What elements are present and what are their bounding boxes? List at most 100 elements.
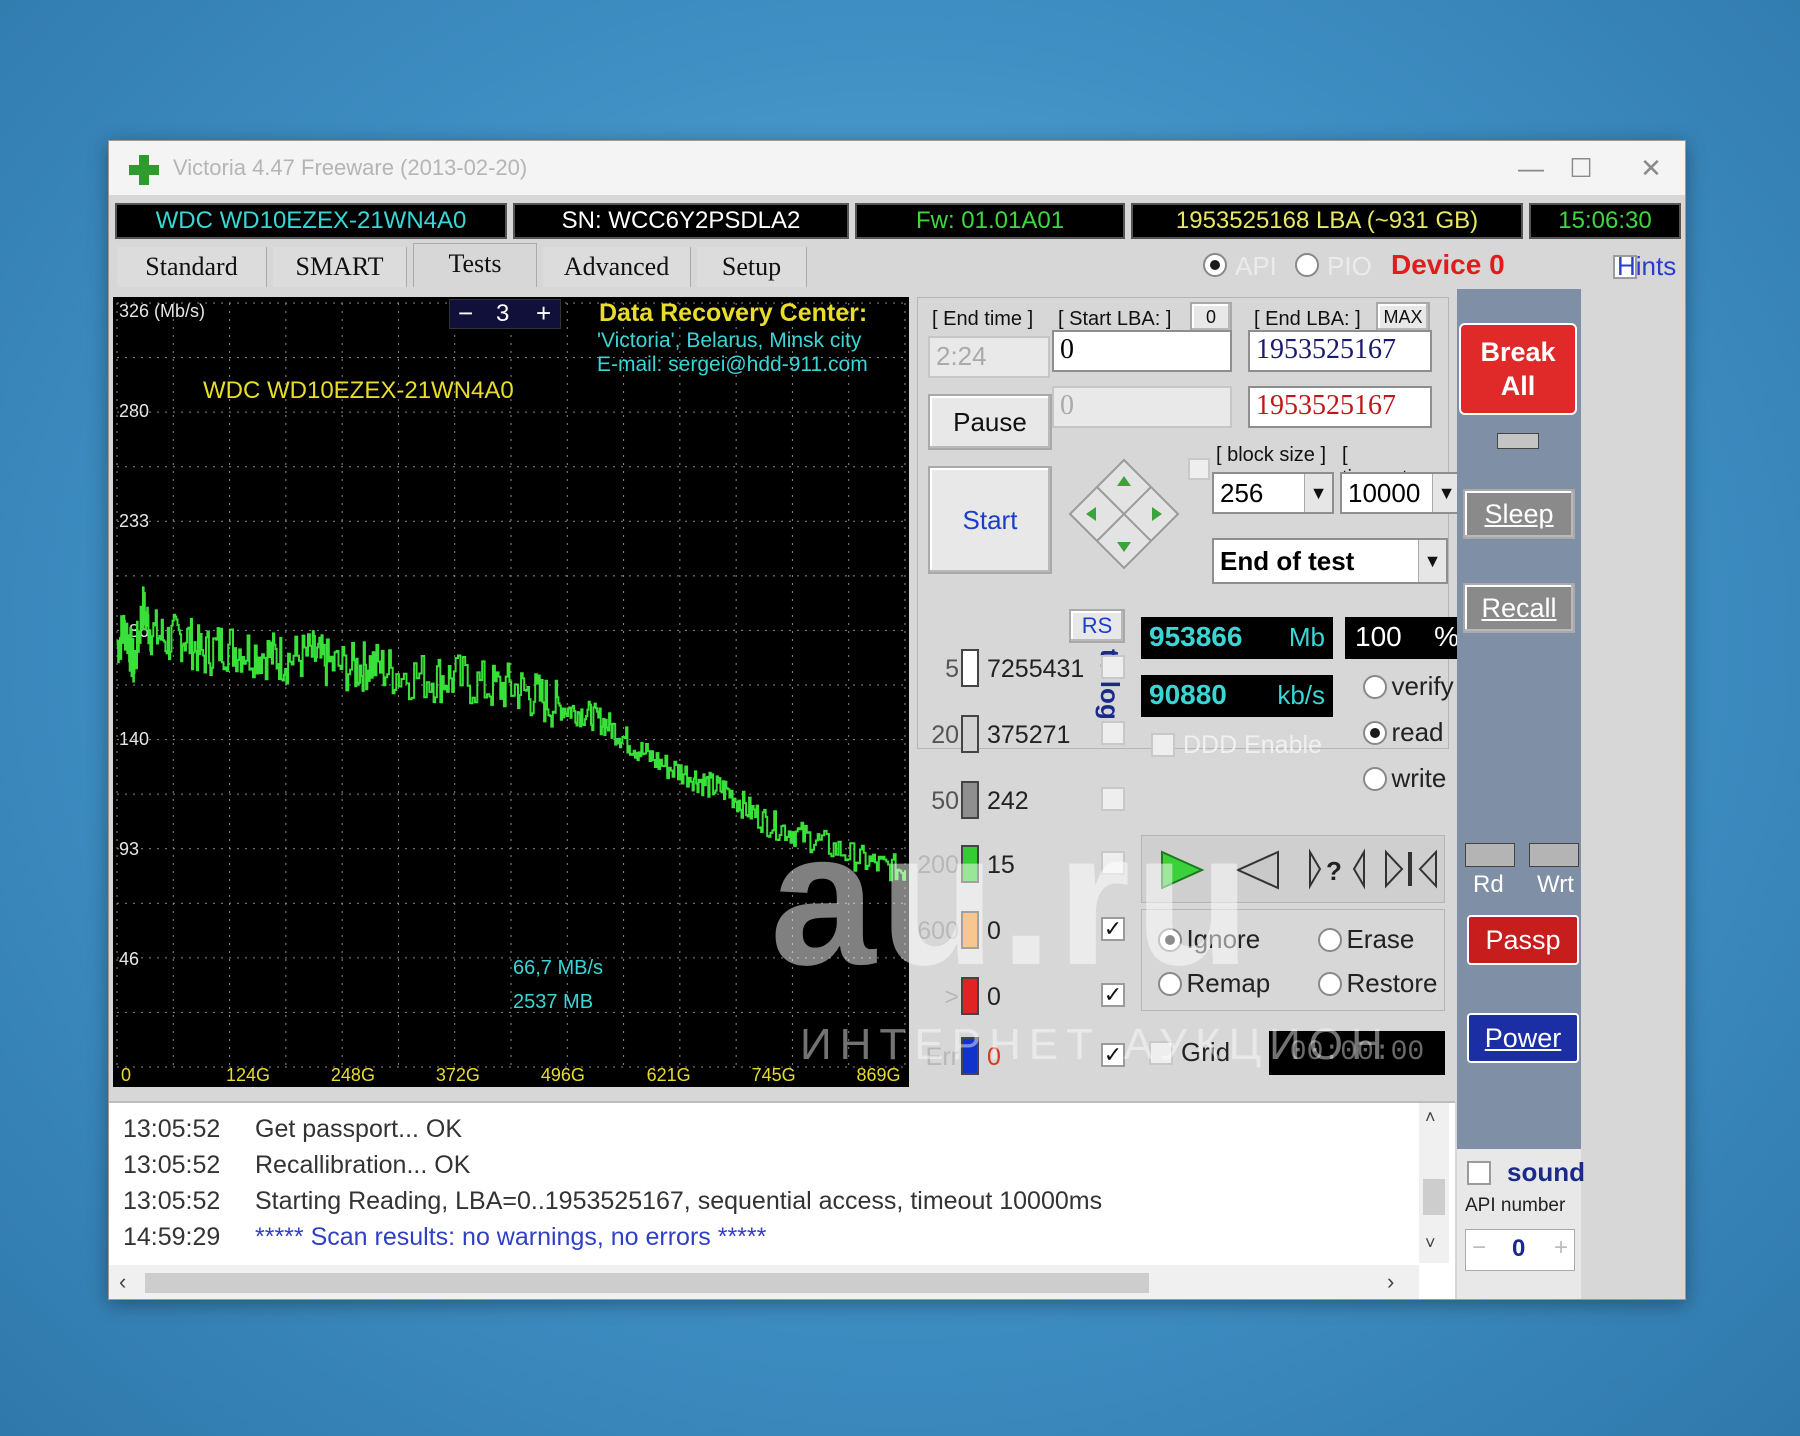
actions-group: Ignore Erase Remap Restore	[1141, 909, 1445, 1011]
minimize-button[interactable]: —	[1509, 149, 1553, 187]
scroll-up-icon[interactable]: ˄	[1425, 1107, 1436, 1128]
erase-radio[interactable]	[1318, 927, 1342, 952]
legend-log-checkbox[interactable]	[1101, 721, 1125, 745]
dpad-checkbox[interactable]	[1188, 458, 1210, 480]
spinner-minus-icon[interactable]: −	[1472, 1234, 1486, 1262]
zoom-value: 3	[496, 300, 510, 327]
legend-log-checkbox[interactable]	[1101, 655, 1125, 679]
window-title: Victoria 4.47 Freeware (2013-02-20)	[173, 155, 528, 180]
grid-checkbox[interactable]	[1149, 1041, 1173, 1065]
zoom-plus-button[interactable]: +	[536, 298, 551, 329]
log-time: 13:05:52	[123, 1187, 221, 1215]
sound-checkbox[interactable]	[1467, 1161, 1491, 1185]
end-lba-max-button[interactable]: MAX	[1376, 302, 1430, 332]
write-radio[interactable]	[1363, 766, 1387, 791]
vscroll-thumb[interactable]	[1423, 1179, 1445, 1215]
tab-tests[interactable]: Tests	[413, 243, 537, 287]
speed-graph-svg: 326 (Mb/s)28023318614093460 124G 248G 372G 4…	[116, 301, 906, 1085]
legend-log-checkbox[interactable]: ✓	[1101, 1043, 1125, 1067]
end-lba-label: [ End LBA: ]	[1254, 308, 1361, 330]
read-radio[interactable]	[1363, 720, 1387, 745]
seek-end-icon[interactable]	[1384, 846, 1438, 892]
banner-email: E-mail: sergei@hdd-911.com	[597, 353, 868, 376]
block-size-select[interactable]: 256 ▼	[1212, 472, 1334, 514]
device-label: Device 0	[1391, 249, 1505, 280]
rewind-icon[interactable]	[1234, 850, 1282, 890]
sleep-button[interactable]: Sleep	[1463, 489, 1575, 539]
legend-threshold: 200	[917, 851, 959, 879]
scroll-right-icon[interactable]: ›	[1387, 1269, 1394, 1295]
scroll-down-icon[interactable]: ˅	[1425, 1233, 1436, 1254]
close-button[interactable]: ✕	[1629, 149, 1673, 187]
start-lba-field[interactable]: 0	[1052, 330, 1232, 372]
api-number-label: API number	[1465, 1195, 1566, 1216]
kbs-display: 90880 kb/s	[1141, 675, 1333, 717]
recall-button[interactable]: Recall	[1463, 583, 1575, 633]
maximize-button[interactable]: ☐	[1559, 149, 1603, 187]
tab-advanced[interactable]: Advanced	[543, 247, 691, 287]
pause-button[interactable]: Pause	[928, 394, 1052, 450]
scroll-left-icon[interactable]: ‹	[119, 1269, 126, 1295]
break-all-button[interactable]: Break All	[1459, 323, 1577, 415]
api-radio[interactable]	[1203, 253, 1227, 277]
legend-threshold: >	[944, 983, 959, 1011]
zoom-minus-button[interactable]: −	[458, 298, 473, 329]
svg-text:?: ?	[1326, 856, 1342, 886]
remap-label: Remap	[1186, 968, 1271, 998]
power-button[interactable]: Power	[1467, 1013, 1579, 1063]
legend-log-checkbox[interactable]	[1101, 787, 1125, 811]
end-action-value: End of test	[1220, 546, 1355, 576]
legend-swatch	[961, 715, 979, 753]
x-tick-label: 496G	[541, 1065, 585, 1085]
log-hscrollbar[interactable]: ‹ ›	[109, 1265, 1419, 1299]
model-display: WDC WD10EZEX-21WN4A0	[115, 203, 507, 239]
tab-setup[interactable]: Setup	[697, 247, 807, 287]
rs-button[interactable]: RS	[1069, 609, 1125, 643]
seek-random-icon[interactable]: ?	[1308, 846, 1366, 892]
direction-pad	[1068, 458, 1180, 570]
log-time: 13:05:52	[123, 1115, 221, 1143]
legend-log-checkbox[interactable]: ✓	[1101, 983, 1125, 1007]
block-size-value: 256	[1220, 478, 1264, 508]
end-action-select[interactable]: End of test ▼	[1212, 538, 1448, 584]
log-message: ***** Scan results: no warnings, no erro…	[255, 1223, 767, 1251]
verify-radio[interactable]	[1363, 674, 1387, 699]
log-vscrollbar[interactable]: ˄ ˅	[1419, 1103, 1449, 1263]
restore-radio[interactable]	[1318, 971, 1342, 996]
x-tick-label: 869G	[857, 1065, 901, 1085]
pio-radio[interactable]	[1295, 253, 1319, 277]
start-button[interactable]: Start	[928, 466, 1052, 574]
legend-log-checkbox[interactable]: ✓	[1101, 917, 1125, 941]
passp-button[interactable]: Passp	[1467, 915, 1579, 965]
latency-legend: RS to log: 5 7255431 20 375271 50 242 200 15 600…	[917, 609, 1125, 1095]
timeout-select[interactable]: 10000 ▼	[1340, 472, 1462, 514]
legend-swatch	[961, 977, 979, 1015]
ddd-enable-label: DDD Enable	[1183, 731, 1322, 759]
status-indicator	[1497, 433, 1539, 449]
y-tick-label: 233	[119, 511, 149, 531]
graph-drive-label: WDC WD10EZEX-21WN4A0	[203, 377, 514, 404]
percent-value: 100	[1355, 621, 1402, 652]
legend-log-checkbox[interactable]	[1101, 851, 1125, 875]
serial-display: SN: WCC6Y2PSDLA2	[513, 203, 849, 239]
end-time-field[interactable]: 2:24	[928, 336, 1050, 378]
api-number-spinner[interactable]: − 0 +	[1465, 1229, 1575, 1271]
end-time-label: [ End time ]	[932, 308, 1034, 330]
tab-standard[interactable]: Standard	[117, 247, 267, 287]
legend-row: 5 7255431	[917, 649, 1095, 689]
stats-panel: 953866 Mb 100 % 90880 kb/s DDD Enable ve…	[1135, 609, 1469, 1099]
end-lba-field[interactable]: 1953525167	[1248, 330, 1432, 372]
ignore-radio[interactable]	[1158, 927, 1182, 952]
chevron-down-icon: ▼	[1418, 540, 1446, 582]
legend-threshold: Err	[925, 1043, 959, 1071]
start-lba-zero-button[interactable]: 0	[1190, 302, 1232, 332]
tab-smart[interactable]: SMART	[273, 247, 407, 287]
hscroll-thumb[interactable]	[145, 1273, 1149, 1293]
x-tick-label: 372G	[436, 1065, 480, 1085]
play-icon[interactable]	[1158, 850, 1206, 890]
ddd-enable-checkbox[interactable]	[1151, 733, 1175, 757]
remap-radio[interactable]	[1158, 971, 1182, 996]
start-lba-label: [ Start LBA: ]	[1058, 308, 1172, 330]
legend-threshold: 600	[917, 917, 959, 945]
spinner-plus-icon[interactable]: +	[1554, 1234, 1568, 1262]
